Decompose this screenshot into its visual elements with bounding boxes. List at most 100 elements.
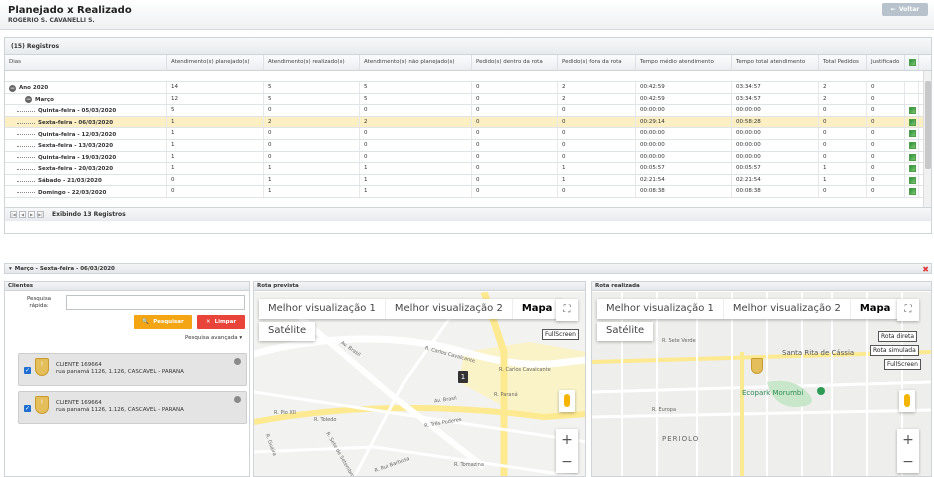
- place-label: Santa Rita de Cássia: [782, 349, 855, 357]
- table-row[interactable]: Quinta-feira - 05/03/2020 5 0 0 0 0 00:00:00 00…: [5, 105, 931, 117]
- col-header[interactable]: Total Pedidos: [819, 55, 867, 70]
- table-row[interactable]: Quinta-feira - 19/03/2020 1 0 0 0 0 00:00:00 00…: [5, 151, 931, 164]
- map-marker[interactable]: 1: [458, 371, 468, 383]
- excel-icon[interactable]: [909, 141, 916, 149]
- map-type-best-1[interactable]: Melhor visualização 1: [597, 299, 724, 319]
- col-header[interactable]: Tempo médio atendimento: [636, 55, 732, 70]
- grid-cell: 0: [558, 128, 636, 139]
- advanced-search-link[interactable]: Pesquisa avançada ▾: [185, 335, 242, 341]
- info-icon[interactable]: [234, 358, 241, 365]
- grid-cell: 1: [360, 163, 472, 174]
- table-row[interactable]: Quinta-feira - 12/03/2020 1 0 0 0 0 00:00:00 00…: [5, 128, 931, 140]
- zoom-in-button[interactable]: +: [556, 429, 578, 451]
- map-type-map[interactable]: Mapa: [851, 299, 901, 319]
- excel-icon[interactable]: [909, 176, 916, 184]
- satellite-button[interactable]: Satélite: [597, 322, 654, 341]
- collapse-icon[interactable]: −: [9, 84, 16, 92]
- excel-icon[interactable]: [909, 188, 916, 196]
- table-row[interactable]: Sexta-feira - 20/03/2020 1 1 1 0 1 00:05:57 00:…: [5, 163, 931, 175]
- prev-page-button[interactable]: ◀: [19, 211, 26, 218]
- grid-cell: 0: [867, 174, 905, 186]
- table-row[interactable]: Sexta-feira - 13/03/2020 1 0 0 0 0 00:00:00 00:…: [5, 139, 931, 152]
- fullscreen-icon[interactable]: ⛶: [556, 299, 578, 321]
- simulated-route-tag[interactable]: Rota simulada: [870, 345, 919, 356]
- grid-cell: 14: [167, 82, 264, 93]
- client-card[interactable]: ✓ ! CLIENTE 169664 rua panamá 1126, 1.126…: [18, 353, 247, 386]
- col-header[interactable]: Atendimento(s) planejado(s): [167, 55, 264, 70]
- client-card[interactable]: ✓ ! CLIENTE 169664 rua panamá 1126, 1.126…: [18, 391, 247, 424]
- location-pin-icon: !: [35, 358, 49, 376]
- location-pin-icon[interactable]: [751, 358, 763, 374]
- fullscreen-icon[interactable]: ⛶: [897, 299, 919, 321]
- col-header[interactable]: Justificado: [867, 55, 905, 70]
- col-header[interactable]: Pedido(s) dentro da rota: [472, 55, 558, 70]
- table-row[interactable]: Sexta-feira - 06/03/2020 1 2 2 0 0 00:29:14 00:…: [5, 116, 931, 129]
- close-icon[interactable]: ✖: [922, 265, 929, 274]
- scrollbar-thumb[interactable]: [925, 81, 931, 169]
- collapse-icon[interactable]: ▾: [9, 266, 12, 272]
- satellite-button[interactable]: Satélite: [259, 322, 316, 341]
- close-icon: ✕: [205, 319, 211, 325]
- street-view-icon[interactable]: [559, 390, 575, 412]
- zoom-in-button[interactable]: +: [897, 429, 919, 451]
- street-label: R. Paraná: [494, 392, 518, 398]
- clear-button[interactable]: ✕ Limpar: [197, 315, 245, 329]
- back-button[interactable]: ← Voltar: [882, 3, 928, 16]
- grid-cell: 0: [558, 105, 636, 116]
- fullscreen-tag[interactable]: FullScreen: [542, 329, 579, 340]
- table-row[interactable]: Domingo - 22/03/2020 0 1 1 0 0 00:08:38 00:08:3…: [5, 186, 931, 198]
- map-type-map[interactable]: Mapa: [513, 299, 563, 319]
- last-page-button[interactable]: ▶|: [37, 211, 44, 218]
- excel-icon[interactable]: [909, 153, 916, 161]
- fullscreen-tag[interactable]: FullScreen: [884, 359, 921, 370]
- grid-cell: 2: [558, 93, 636, 105]
- col-header[interactable]: Tempo total atendimento: [732, 55, 819, 70]
- excel-icon[interactable]: [909, 118, 916, 126]
- table-row[interactable]: Sábado - 21/03/2020 0 1 1 0 1 02:21:54 02:21:54…: [5, 174, 931, 187]
- client-address: rua panamá 1126, 1.126, CASCAVEL - PARAN…: [56, 369, 184, 375]
- export-header[interactable]: [905, 55, 919, 70]
- zoom-out-button[interactable]: −: [556, 451, 578, 473]
- info-icon[interactable]: [234, 396, 241, 403]
- day-label: Sexta-feira - 20/03/2020: [38, 166, 114, 173]
- day-cell: Quinta-feira - 12/03/2020: [5, 128, 167, 139]
- col-header[interactable]: Atendimento(s) realizado(s): [264, 55, 360, 70]
- detail-header: ▾ Março - Sexta-feira - 06/03/2020 ✖: [4, 263, 932, 274]
- excel-icon[interactable]: [909, 107, 916, 115]
- planned-route-map[interactable]: Av. Brasil R. Carlos Cavalcante R. Carlo…: [254, 292, 585, 476]
- excel-icon[interactable]: [909, 130, 916, 138]
- grid-cell: 0: [472, 186, 558, 197]
- map-type-best-1[interactable]: Melhor visualização 1: [259, 299, 386, 319]
- grid-cell: 00:29:14: [636, 116, 732, 128]
- zoom-out-button[interactable]: −: [897, 451, 919, 473]
- street-view-icon[interactable]: [899, 390, 915, 412]
- collapse-icon[interactable]: −: [25, 96, 32, 104]
- grid-cell: 00:05:57: [636, 163, 732, 174]
- table-row[interactable]: − Março 12 5 5 0 2 00:42:59 03:34:57 2 0: [5, 93, 931, 106]
- day-label: Sábado - 21/03/2020: [38, 178, 102, 185]
- direct-route-tag[interactable]: Rota direta: [878, 331, 918, 342]
- col-header[interactable]: Pedido(s) fora da rota: [558, 55, 636, 70]
- map-type-best-2[interactable]: Melhor visualização 2: [386, 299, 513, 319]
- grid-cell: 0: [819, 186, 867, 197]
- map-type-best-2[interactable]: Melhor visualização 2: [724, 299, 851, 319]
- actual-route-map[interactable]: Santa Rita de Cássia Ecopark Morumbi R. …: [592, 292, 931, 476]
- grid-cell: 5: [360, 82, 472, 93]
- grid-cell: 02:21:54: [732, 174, 819, 186]
- grid-scrollbar[interactable]: [923, 71, 931, 207]
- client-checkbox[interactable]: ✓: [24, 405, 31, 412]
- col-header[interactable]: Dias: [5, 55, 167, 70]
- next-page-button[interactable]: ▶: [28, 211, 35, 218]
- table-row[interactable]: − Ano 2020 14 5 5 0 2 00:42:59 03:34:57 2 0: [5, 82, 931, 94]
- col-header[interactable]: Atendimento(s) não planejado(s): [360, 55, 472, 70]
- excel-icon[interactable]: [909, 165, 916, 173]
- quick-search-input[interactable]: [66, 295, 245, 310]
- grid-cell: 2: [264, 116, 360, 128]
- first-page-button[interactable]: |◀: [10, 211, 17, 218]
- client-checkbox[interactable]: ✓: [24, 367, 31, 374]
- search-button[interactable]: 🔍 Pesquisar: [134, 315, 192, 329]
- page-title: Planejado x Realizado: [8, 5, 132, 16]
- day-cell: Quinta-feira - 19/03/2020: [5, 151, 167, 163]
- grid-cell: 0: [867, 93, 905, 105]
- park-icon: [817, 387, 825, 395]
